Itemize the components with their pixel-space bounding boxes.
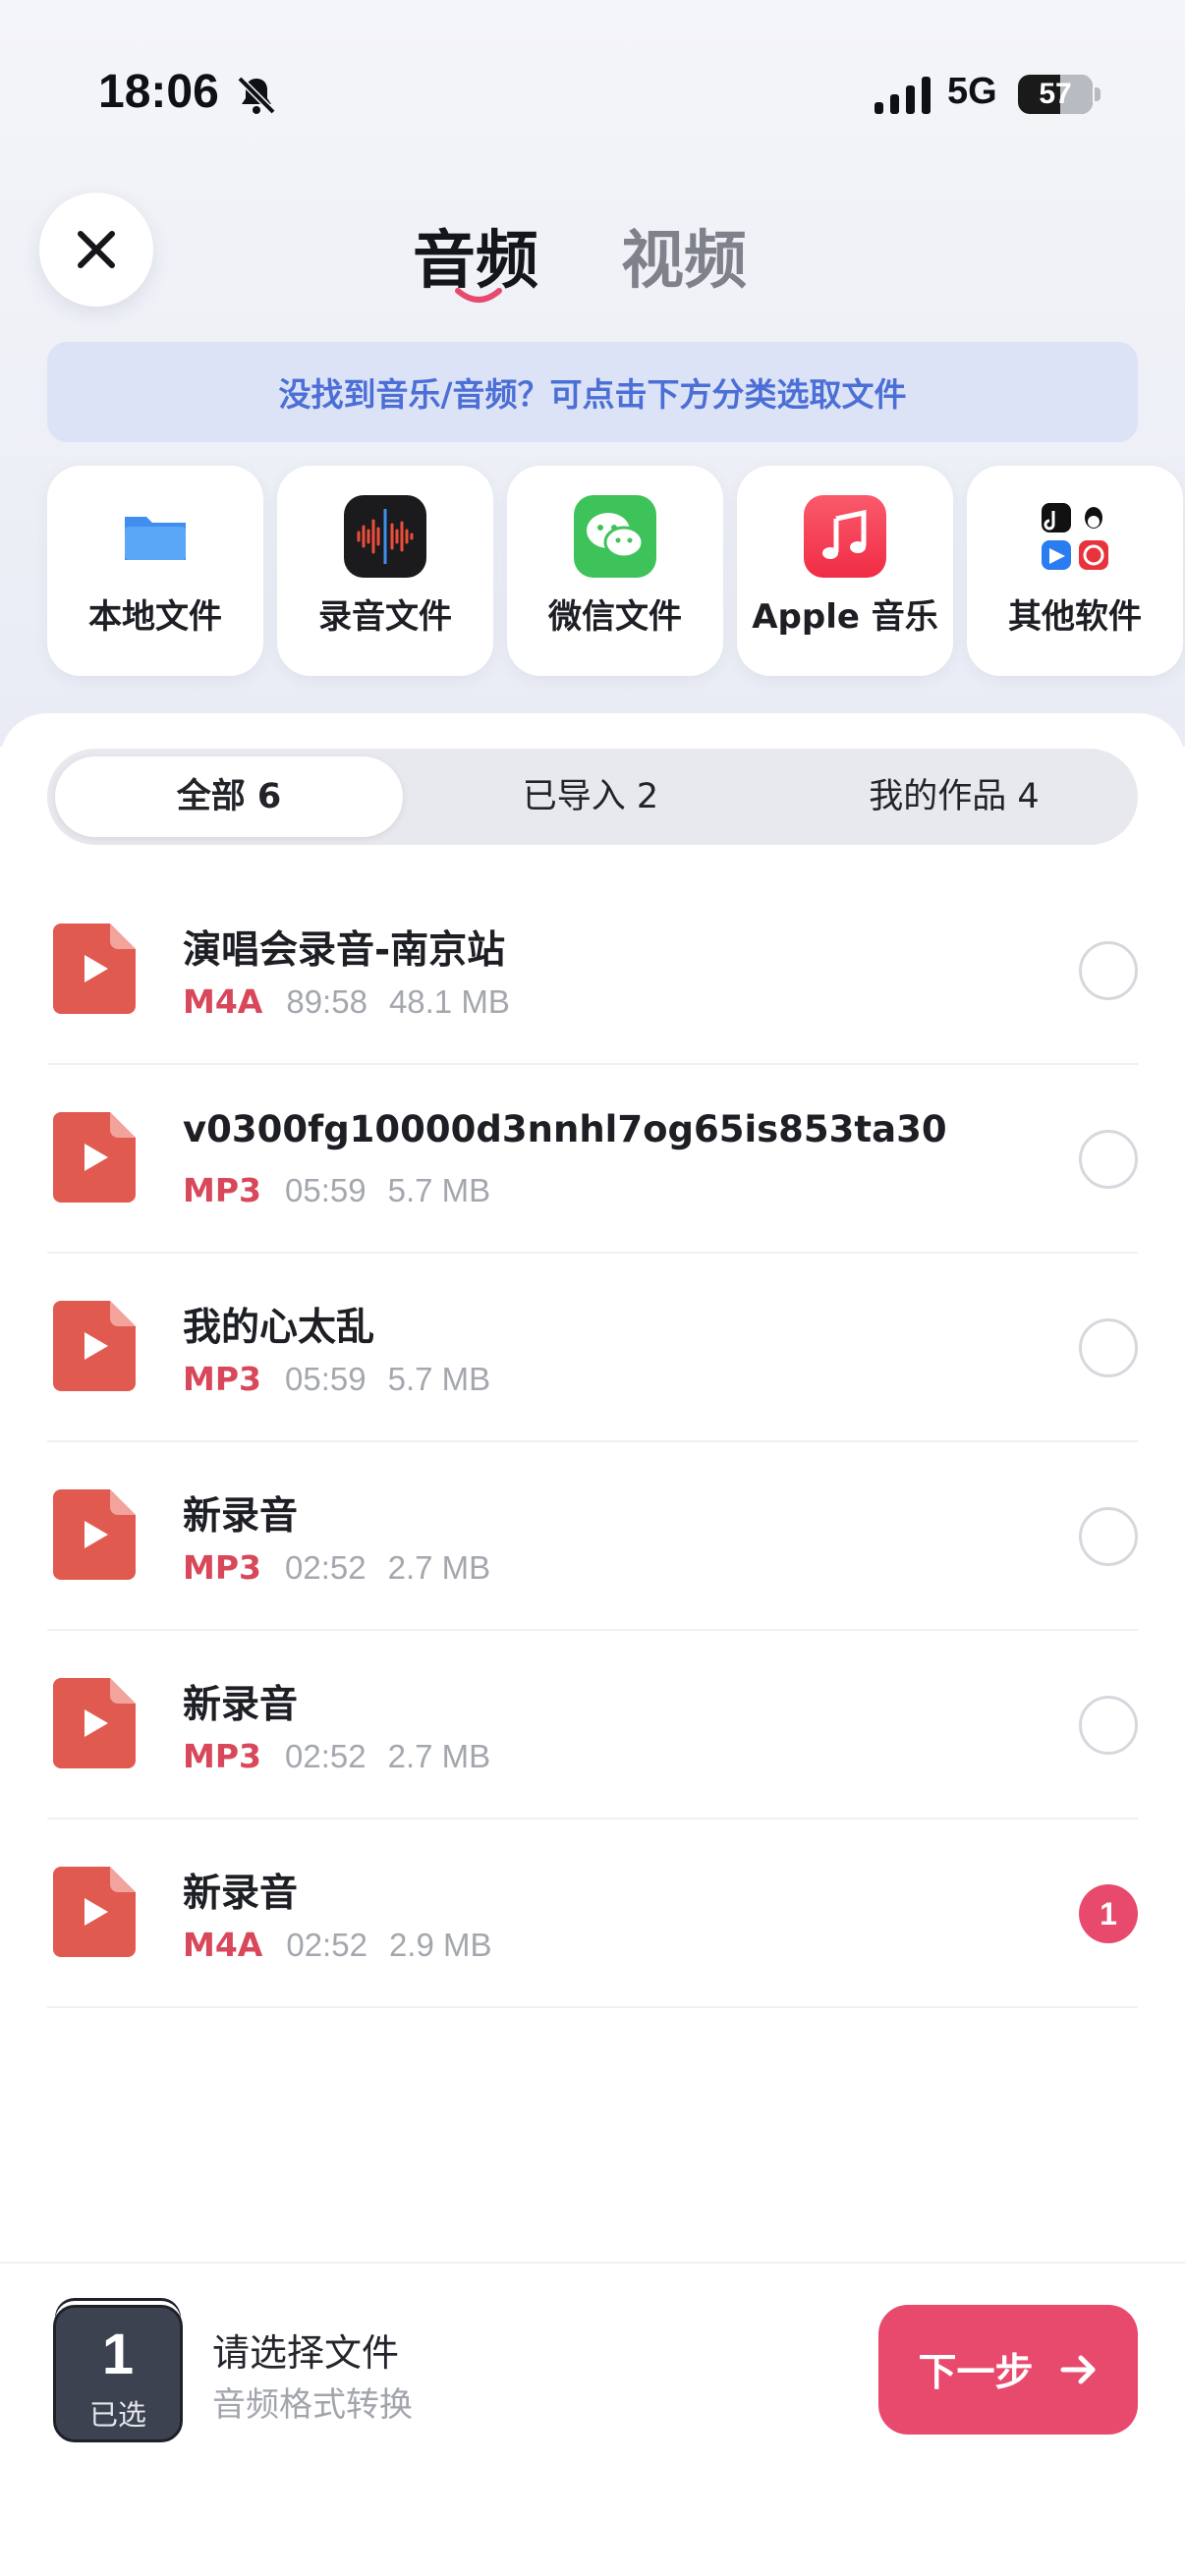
selected-count: 1 bbox=[101, 2323, 135, 2386]
status-time: 18:06 bbox=[98, 66, 219, 118]
select-radio[interactable] bbox=[1079, 941, 1138, 1000]
source-voice-memos[interactable]: 录音文件 bbox=[277, 466, 493, 676]
selected-count-label: 已选 bbox=[88, 2398, 146, 2432]
close-icon bbox=[78, 231, 115, 268]
file-name: 新录音 bbox=[183, 1872, 299, 1916]
file-format: M4A bbox=[183, 982, 263, 1021]
segment-all[interactable]: 全部 6 bbox=[55, 756, 403, 837]
file-format: MP3 bbox=[183, 1737, 261, 1775]
voice-memos-icon bbox=[344, 495, 426, 578]
file-meta: M4A 89:58 48.1 MB bbox=[183, 982, 510, 1021]
list-item[interactable]: 演唱会录音-南京站 M4A 89:58 48.1 MB bbox=[47, 876, 1138, 1065]
segment-my-works[interactable]: 我的作品 4 bbox=[776, 756, 1132, 837]
status-bar: 18:06 5G 57 bbox=[0, 0, 1185, 187]
file-meta: MP3 02:52 2.7 MB bbox=[183, 1737, 490, 1775]
file-format: MP3 bbox=[183, 1360, 261, 1398]
list-item[interactable]: 我的心太乱 MP3 05:59 5.7 MB bbox=[47, 1254, 1138, 1442]
file-size: 2.7 MB bbox=[387, 1549, 491, 1586]
audio-file-icon bbox=[53, 1867, 136, 1957]
wechat-icon bbox=[574, 495, 656, 578]
hint-banner: 没找到音乐/音频？可点击下方分类选取文件 bbox=[47, 342, 1138, 442]
arrow-right-icon bbox=[1060, 2355, 1095, 2384]
file-name: 我的心太乱 bbox=[183, 1306, 375, 1350]
file-meta: M4A 02:52 2.9 MB bbox=[183, 1926, 491, 1964]
file-duration: 05:59 bbox=[285, 1361, 367, 1397]
source-local-files[interactable]: 本地文件 bbox=[47, 466, 263, 676]
source-label: 其他软件 bbox=[1008, 597, 1142, 637]
select-radio[interactable] bbox=[1079, 1130, 1138, 1189]
audio-file-icon bbox=[53, 1678, 136, 1768]
list-item[interactable]: 新录音 MP3 02:52 2.7 MB bbox=[47, 1442, 1138, 1631]
audio-file-icon bbox=[53, 1112, 136, 1203]
file-duration: 02:52 bbox=[285, 1738, 367, 1774]
select-radio[interactable] bbox=[1079, 1696, 1138, 1755]
source-label: 本地文件 bbox=[88, 597, 222, 637]
segment-imported[interactable]: 已导入 2 bbox=[411, 756, 770, 837]
source-label: 录音文件 bbox=[318, 597, 452, 637]
next-step-label: 下一步 bbox=[918, 2351, 1034, 2395]
source-label: Apple 音乐 bbox=[752, 597, 938, 637]
file-name: v0300fg10000d3nnhl7og65is853ta30 bbox=[183, 1108, 947, 1150]
select-radio[interactable] bbox=[1079, 1318, 1138, 1377]
next-step-button[interactable]: 下一步 bbox=[878, 2305, 1138, 2435]
audio-file-icon bbox=[53, 1301, 136, 1391]
prompt-title: 请选择文件 bbox=[212, 2331, 400, 2375]
other-apps-icon bbox=[1034, 495, 1116, 578]
file-duration: 05:59 bbox=[285, 1172, 367, 1208]
file-meta: MP3 05:59 5.7 MB bbox=[183, 1360, 490, 1398]
file-duration: 02:52 bbox=[286, 1927, 367, 1963]
prompt-subtitle: 音频格式转换 bbox=[212, 2385, 413, 2425]
file-name: 新录音 bbox=[183, 1683, 299, 1727]
files-folder-icon bbox=[114, 495, 197, 578]
file-name: 新录音 bbox=[183, 1494, 299, 1539]
selected-count-badge[interactable]: 1 已选 bbox=[53, 2305, 183, 2442]
battery-icon: 57 bbox=[1018, 75, 1093, 114]
source-wechat-files[interactable]: 微信文件 bbox=[507, 466, 723, 676]
file-format: MP3 bbox=[183, 1171, 261, 1209]
select-radio-checked[interactable]: 1 bbox=[1079, 1884, 1138, 1943]
file-size: 5.7 MB bbox=[387, 1361, 491, 1397]
file-format: MP3 bbox=[183, 1548, 261, 1587]
list-item[interactable]: v0300fg10000d3nnhl7og65is853ta30 MP3 05:5… bbox=[47, 1065, 1138, 1254]
file-format: M4A bbox=[183, 1926, 263, 1964]
source-apple-music[interactable]: Apple 音乐 bbox=[737, 466, 953, 676]
file-meta: MP3 05:59 5.7 MB bbox=[183, 1171, 490, 1209]
source-label: 微信文件 bbox=[548, 597, 682, 637]
file-name: 演唱会录音-南京站 bbox=[183, 928, 506, 973]
file-size: 2.7 MB bbox=[387, 1738, 491, 1774]
signal-icon bbox=[875, 77, 931, 114]
active-tab-indicator bbox=[455, 288, 502, 303]
list-item[interactable]: 新录音 MP3 02:52 2.7 MB bbox=[47, 1631, 1138, 1820]
audio-file-icon bbox=[53, 924, 136, 1014]
battery-percent: 57 bbox=[1039, 78, 1072, 110]
list-item[interactable]: 新录音 M4A 02:52 2.9 MB 1 bbox=[47, 1820, 1138, 2008]
apple-music-icon bbox=[804, 495, 886, 578]
file-duration: 02:52 bbox=[285, 1549, 367, 1586]
select-radio[interactable] bbox=[1079, 1507, 1138, 1566]
file-size: 2.9 MB bbox=[388, 1927, 492, 1963]
source-other-apps[interactable]: 其他软件 bbox=[967, 466, 1183, 676]
network-type: 5G bbox=[947, 71, 997, 112]
audio-file-icon bbox=[53, 1489, 136, 1580]
file-meta: MP3 02:52 2.7 MB bbox=[183, 1548, 490, 1587]
file-size: 48.1 MB bbox=[388, 983, 510, 1020]
file-duration: 89:58 bbox=[286, 983, 367, 1020]
file-size: 5.7 MB bbox=[387, 1172, 491, 1208]
bell-muted-icon bbox=[237, 76, 276, 115]
tab-video[interactable]: 视频 bbox=[621, 210, 747, 301]
battery-cap bbox=[1095, 87, 1100, 101]
close-button[interactable] bbox=[39, 193, 153, 307]
